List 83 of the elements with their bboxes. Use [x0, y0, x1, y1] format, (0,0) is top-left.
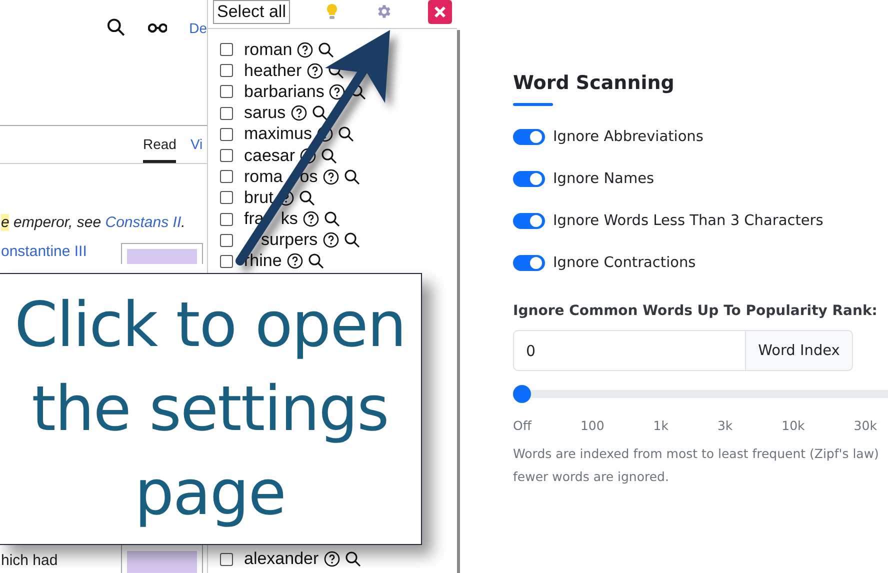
- help-text: fewer words are ignored.: [513, 468, 670, 486]
- word-label: surpers: [261, 230, 318, 250]
- word-label: rhine: [244, 251, 282, 272]
- help-icon[interactable]: [324, 551, 340, 568]
- select-all-button[interactable]: Select all: [213, 0, 290, 24]
- search-icon[interactable]: [308, 253, 324, 270]
- word-label: ks: [280, 209, 298, 230]
- word-label: heather: [244, 60, 302, 81]
- help-icon[interactable]: [322, 168, 339, 185]
- help-icon[interactable]: [322, 232, 339, 248]
- help-icon[interactable]: [297, 42, 314, 58]
- help-icon[interactable]: [302, 211, 319, 228]
- word-label: roma: [244, 166, 283, 187]
- help-icon[interactable]: [317, 126, 334, 142]
- glasses-icon[interactable]: [148, 22, 168, 34]
- tick-label: 10k: [782, 418, 805, 433]
- search-icon: [106, 16, 126, 38]
- help-icon[interactable]: [300, 148, 316, 164]
- search-icon[interactable]: [344, 551, 361, 568]
- help-icon[interactable]: [306, 62, 323, 79]
- checkbox[interactable]: [220, 552, 233, 566]
- toggle-switch[interactable]: [513, 171, 545, 187]
- article-link[interactable]: onstantine III: [1, 243, 87, 260]
- word-label: sarus: [244, 103, 286, 124]
- article-text: hich had: [1, 552, 59, 569]
- header-link[interactable]: De: [189, 20, 207, 36]
- toggle-switch[interactable]: [513, 129, 545, 145]
- tick-label: 1k: [653, 418, 668, 433]
- hatnote: e emperor, see Constans II.: [1, 214, 186, 231]
- page-tab[interactable]: Vi: [190, 136, 203, 163]
- checkbox[interactable]: [220, 170, 233, 184]
- checkbox[interactable]: [220, 234, 233, 247]
- search-icon[interactable]: [312, 105, 328, 122]
- checkbox[interactable]: [220, 212, 233, 226]
- help-icon[interactable]: [286, 253, 303, 270]
- scrollbar[interactable]: [457, 30, 460, 573]
- tick-label: 30k: [854, 418, 877, 433]
- search-icon[interactable]: [318, 42, 334, 58]
- toggle-label: Ignore Names: [553, 171, 654, 187]
- search-icon[interactable]: [344, 168, 360, 185]
- close-button[interactable]: [428, 0, 452, 24]
- checkbox[interactable]: [220, 43, 233, 56]
- toggle-label: Ignore Abbreviations: [553, 129, 704, 145]
- word-label: os: [300, 166, 318, 187]
- toggle-label: Ignore Contractions: [553, 255, 696, 271]
- page-tab[interactable]: Read: [143, 136, 176, 163]
- search-icon[interactable]: [350, 84, 366, 100]
- word-label: caesar: [244, 146, 296, 166]
- search-icon[interactable]: [321, 148, 338, 164]
- checkbox[interactable]: [220, 191, 233, 204]
- word-label: brut: [244, 188, 274, 208]
- checkbox[interactable]: [220, 64, 233, 78]
- tick-label: 3k: [717, 418, 733, 433]
- checkbox[interactable]: [220, 254, 233, 268]
- slider-thumb[interactable]: [513, 385, 531, 403]
- search-icon[interactable]: [299, 190, 316, 206]
- toggle-switch[interactable]: [513, 213, 545, 229]
- help-icon[interactable]: [290, 105, 307, 122]
- title-underline: [513, 103, 553, 106]
- callout-text: Click to open the settings page: [13, 287, 407, 531]
- search-icon[interactable]: [344, 232, 360, 248]
- checkbox[interactable]: [220, 85, 233, 98]
- field-label: Ignore Common Words Up To Popularity Rank:: [513, 303, 878, 319]
- word-label: roman: [244, 40, 292, 60]
- checkbox[interactable]: [220, 149, 233, 162]
- tick-label: 100: [580, 418, 604, 433]
- toggle-label: Ignore Words Less Than 3 Characters: [553, 213, 824, 229]
- word-label: alexander: [244, 549, 319, 570]
- word-label: maximus: [244, 124, 312, 144]
- word-label: barbarians: [244, 82, 324, 102]
- checkbox[interactable]: [220, 128, 233, 141]
- checkbox[interactable]: [220, 106, 233, 120]
- help-icon[interactable]: [329, 84, 346, 100]
- input-addon: Word Index: [746, 330, 853, 371]
- article-link[interactable]: Constans II: [105, 214, 182, 231]
- section-title: Word Scanning: [513, 72, 674, 96]
- help-text: Words are indexed from most to least frequent (Zipf's law): [513, 445, 880, 463]
- search-icon[interactable]: [338, 126, 354, 142]
- rank-input-field[interactable]: 0: [513, 330, 746, 371]
- toggle-switch[interactable]: [513, 255, 545, 271]
- search-icon[interactable]: [324, 211, 340, 228]
- close-icon: [434, 6, 446, 18]
- tick-label: Off: [513, 418, 532, 433]
